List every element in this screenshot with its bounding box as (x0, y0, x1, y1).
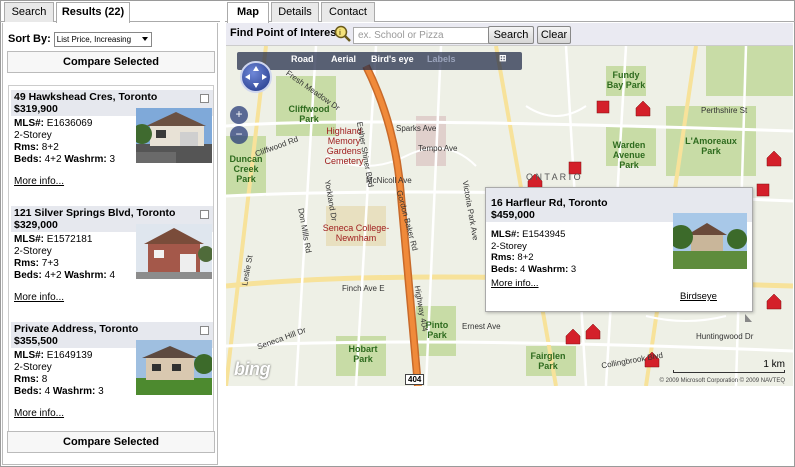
search-button[interactable]: Search (488, 26, 534, 44)
map-copyright: © 2009 Microsoft Corporation © 2009 NAVT… (659, 378, 785, 384)
tab-contact[interactable]: Contact (321, 2, 375, 22)
street-label: Ernest Ave (462, 322, 501, 331)
street-label: Huntingwood Dr (696, 332, 754, 341)
poi-label: Find Point of Interest: (230, 27, 344, 39)
listing-photo[interactable] (136, 108, 212, 163)
sort-select[interactable]: List Price, Increasing (53, 31, 152, 47)
popup-details: MLS#: E1543945 2-Storey Rms: 8+2 Beds: 4… (491, 229, 577, 275)
street-label: Finch Ave E (342, 284, 385, 293)
map-style-bar: Road Aerial Bird's eye Labels ⊞ (237, 52, 522, 70)
more-info-link[interactable]: More info... (14, 408, 64, 419)
compare-selected-button-bottom[interactable]: Compare Selected (7, 431, 215, 453)
magnifier-icon: i (333, 25, 353, 43)
right-tabbar: Map Details Contact (225, 0, 795, 23)
college-label: Seneca College-Newnham (322, 223, 390, 243)
province-label: O N T A R I O (526, 172, 581, 182)
listing-details: MLS#: E1636069 2-Storey Rms: 8+2 Beds: 4… (14, 118, 116, 165)
listing-price: $319,900 (14, 103, 58, 115)
map-style-road[interactable]: Road (291, 54, 314, 64)
listing-select-checkbox[interactable] (200, 326, 209, 335)
map-view[interactable]: Cliffwood Park Duncan Creek Park Fundy B… (226, 46, 793, 386)
listing-card: 121 Silver Springs Blvd, Toronto $329,00… (11, 206, 213, 314)
listing-photo[interactable] (136, 224, 212, 279)
popup-address: 16 Harfleur Rd, Toronto (491, 197, 608, 209)
poi-search-bar: Find Point of Interest: i ex. School or … (226, 23, 793, 46)
park-label: Fundy Bay Park (606, 70, 646, 90)
popup-birdseye-link[interactable]: Birdseye (680, 291, 717, 302)
tab-results[interactable]: Results (22) (56, 2, 130, 23)
popup-price: $459,000 (491, 209, 535, 221)
popup-more-info-link[interactable]: More info... (491, 278, 539, 289)
sort-row: Sort By: List Price, Increasing (8, 30, 152, 48)
more-info-link[interactable]: More info... (14, 176, 64, 187)
listing-select-checkbox[interactable] (200, 210, 209, 219)
zoom-out-button[interactable]: − (230, 126, 248, 144)
more-info-link[interactable]: More info... (14, 292, 64, 303)
listing-card: Private Address, Toronto $355,500 MLS#: … (11, 322, 213, 430)
zoom-in-button[interactable]: + (230, 106, 248, 124)
listing-address: 49 Hawkshead Cres, Toronto (14, 91, 158, 103)
listing-details: MLS#: E1572181 2-Storey Rms: 7+3 Beds: 4… (14, 234, 116, 281)
results-container: Sort By: List Price, Increasing Compare … (2, 23, 218, 465)
tab-details[interactable]: Details (271, 2, 319, 22)
street-label: Sparks Ave (396, 124, 437, 133)
park-label: Duncan Creek Park (229, 154, 263, 184)
listing-price: $329,000 (14, 219, 58, 231)
park-label: Hobart Park (348, 344, 378, 364)
clear-button[interactable]: Clear (537, 26, 571, 44)
listing-select-checkbox[interactable] (200, 94, 209, 103)
listing-address: Private Address, Toronto (14, 323, 139, 335)
park-label: Cliffwood Park (288, 104, 330, 124)
listing-details: MLS#: E1649139 2-Storey Rms: 8 Beds: 4 W… (14, 350, 104, 397)
bing-logo: bing (234, 359, 271, 379)
map-options-icon[interactable]: ⊞ (499, 53, 507, 64)
park-label: Fairglen Park (530, 351, 566, 371)
compare-selected-button-top[interactable]: Compare Selected (7, 51, 215, 73)
map-scale-label: 1 km (763, 359, 785, 370)
tab-map[interactable]: Map (227, 2, 269, 23)
listing-popup: 16 Harfleur Rd, Toronto $459,000 MLS#: E… (485, 187, 753, 312)
results-panel: Search Results (22) Sort By: List Price,… (0, 0, 220, 467)
park-label: L'Amoreaux Park (685, 136, 737, 156)
listing-address: 121 Silver Springs Blvd, Toronto (14, 207, 176, 219)
sort-label: Sort By: (8, 33, 51, 45)
sort-value: List Price, Increasing (56, 34, 132, 44)
chevron-down-icon (141, 36, 148, 41)
park-label: Warden Avenue Park (612, 140, 646, 170)
map-labels-toggle[interactable]: Labels (427, 54, 456, 64)
pan-control-icon[interactable] (240, 61, 272, 93)
map-style-birdseye[interactable]: Bird's eye (371, 54, 414, 64)
listing-card: 49 Hawkshead Cres, Toronto $319,900 MLS#… (11, 90, 213, 198)
tab-search[interactable]: Search (4, 2, 54, 22)
highway-shield: 404 (405, 374, 425, 385)
results-list: 49 Hawkshead Cres, Toronto $319,900 MLS#… (8, 85, 214, 447)
listing-price: $355,500 (14, 335, 58, 347)
listing-photo[interactable] (136, 340, 212, 395)
left-tabbar: Search Results (22) (0, 0, 220, 23)
svg-text:i: i (339, 30, 341, 37)
street-label: Tempo Ave (418, 144, 458, 153)
street-label: Perthshire St (701, 106, 748, 115)
popup-photo[interactable] (673, 213, 747, 269)
map-scale-bar (673, 370, 785, 373)
map-style-aerial[interactable]: Aerial (331, 54, 356, 64)
